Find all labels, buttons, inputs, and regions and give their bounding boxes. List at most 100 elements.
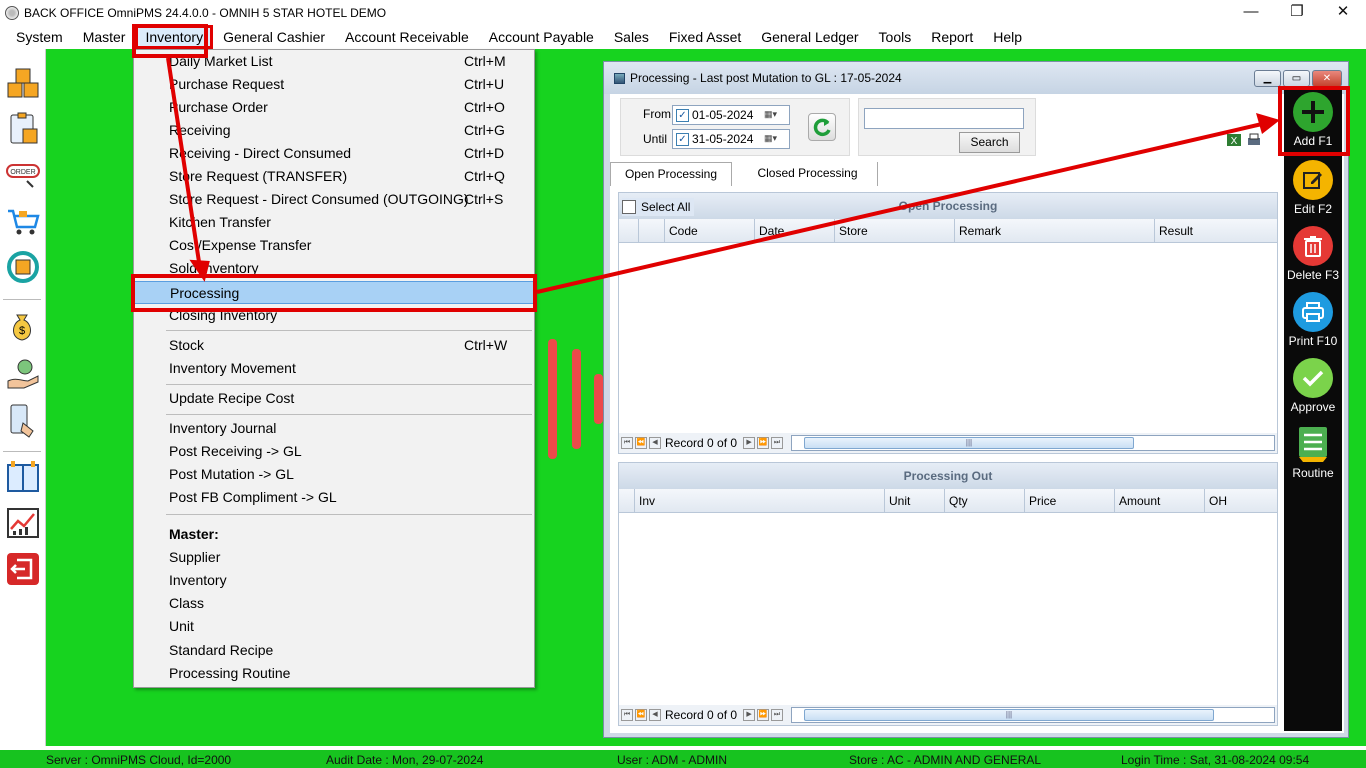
next-page-button[interactable]: ⏩ bbox=[757, 437, 770, 449]
menu-sales[interactable]: Sales bbox=[604, 25, 659, 49]
column-inv[interactable]: Inv bbox=[635, 489, 885, 513]
menu-item-post-mutation-gl[interactable]: Post Mutation -> GL bbox=[134, 463, 534, 486]
column-store[interactable]: Store bbox=[835, 219, 955, 243]
scrollbar-thumb[interactable]: ||| bbox=[804, 437, 1134, 449]
prev-page-button[interactable]: ⏪ bbox=[635, 709, 647, 721]
menu-item-purchase-order[interactable]: Purchase Order Ctrl+O bbox=[134, 96, 534, 119]
menu-account-payable[interactable]: Account Payable bbox=[479, 25, 604, 49]
calendar-dropdown-icon[interactable]: ▦▾ bbox=[764, 133, 786, 146]
clipboard-icon[interactable] bbox=[3, 109, 43, 149]
column-result[interactable]: Result bbox=[1155, 219, 1277, 243]
from-date-picker[interactable]: ✓ 01-05-2024 ▦▾ bbox=[672, 105, 790, 125]
refresh-button[interactable] bbox=[808, 113, 836, 141]
column-qty[interactable]: Qty bbox=[945, 489, 1025, 513]
tab-closed-processing[interactable]: Closed Processing bbox=[738, 162, 878, 186]
menu-report[interactable]: Report bbox=[921, 25, 983, 49]
menu-item-inventory-movement[interactable]: Inventory Movement bbox=[134, 357, 534, 380]
select-all-toggle[interactable]: Select All bbox=[622, 198, 694, 216]
menu-item-purchase-request[interactable]: Purchase Request Ctrl+U bbox=[134, 73, 534, 96]
cycle-box-icon[interactable] bbox=[3, 247, 43, 287]
first-record-button[interactable]: ⏮ bbox=[621, 437, 633, 449]
maximize-button[interactable]: ❐ bbox=[1274, 0, 1320, 25]
prev-page-button[interactable]: ⏪ bbox=[635, 437, 647, 449]
open-processing-grid: Open Processing Select All Code Date Sto… bbox=[618, 192, 1278, 454]
menu-item-standard-recipe[interactable]: Standard Recipe bbox=[134, 639, 534, 662]
menu-item-receiving-direct-consumed[interactable]: Receiving - Direct Consumed Ctrl+D bbox=[134, 142, 534, 165]
child-close-button[interactable]: ✕ bbox=[1312, 70, 1342, 87]
menu-item-post-fb-compliment-gl[interactable]: Post FB Compliment -> GL bbox=[134, 486, 534, 509]
search-input[interactable] bbox=[864, 108, 1024, 129]
close-button[interactable]: ✕ bbox=[1320, 0, 1366, 25]
column-unit[interactable]: Unit bbox=[885, 489, 945, 513]
horizontal-scrollbar[interactable]: ||| bbox=[791, 707, 1275, 723]
search-button[interactable]: Search bbox=[959, 132, 1020, 153]
menu-item-cost-expense-transfer[interactable]: Cost/Expense Transfer bbox=[134, 234, 534, 257]
menu-system[interactable]: System bbox=[6, 25, 73, 49]
menu-item-receiving[interactable]: Receiving Ctrl+G bbox=[134, 119, 534, 142]
horizontal-scrollbar[interactable]: ||| bbox=[791, 435, 1275, 451]
until-date-picker[interactable]: ✓ 31-05-2024 ▦▾ bbox=[672, 129, 790, 149]
column-code[interactable]: Code bbox=[665, 219, 755, 243]
menu-item-inventory-master[interactable]: Inventory bbox=[134, 569, 534, 592]
menu-item-processing-routine[interactable]: Processing Routine bbox=[134, 662, 534, 685]
boxes-icon[interactable] bbox=[3, 63, 43, 103]
from-date-checkbox[interactable]: ✓ bbox=[676, 108, 689, 122]
print-button[interactable]: Print F10 bbox=[1284, 290, 1342, 350]
menu-general-cashier[interactable]: General Cashier bbox=[213, 25, 335, 49]
menu-item-kitchen-transfer[interactable]: Kitchen Transfer bbox=[134, 211, 534, 234]
record-navigator: ⏮ ⏪ ◀ Record 0 of 0 ▶ ⏩ ⏭ ||| bbox=[619, 433, 1277, 453]
calendar-dropdown-icon[interactable]: ▦▾ bbox=[764, 109, 786, 122]
routine-button[interactable]: Routine bbox=[1284, 422, 1342, 482]
excel-export-icon[interactable]: X bbox=[1226, 132, 1242, 148]
chart-report-icon[interactable] bbox=[3, 503, 43, 543]
menu-item-supplier[interactable]: Supplier bbox=[134, 546, 534, 569]
last-record-button[interactable]: ⏭ bbox=[771, 709, 784, 721]
menu-item-class[interactable]: Class bbox=[134, 592, 534, 615]
menu-general-ledger[interactable]: General Ledger bbox=[751, 25, 868, 49]
menu-item-store-request-transfer[interactable]: Store Request (TRANSFER) Ctrl+Q bbox=[134, 165, 534, 188]
column-date[interactable]: Date bbox=[755, 219, 835, 243]
menu-item-label: Processing Routine bbox=[169, 665, 291, 681]
money-bag-icon[interactable]: $ bbox=[3, 305, 43, 345]
scrollbar-thumb[interactable]: ||| bbox=[804, 709, 1214, 721]
calendar-book-icon[interactable] bbox=[3, 457, 43, 497]
prev-record-button[interactable]: ◀ bbox=[649, 709, 661, 721]
mobile-touch-icon[interactable] bbox=[3, 401, 43, 441]
menu-item-update-recipe-cost[interactable]: Update Recipe Cost bbox=[134, 387, 534, 410]
column-price[interactable]: Price bbox=[1025, 489, 1115, 513]
next-page-button[interactable]: ⏩ bbox=[757, 709, 770, 721]
menu-item-unit[interactable]: Unit bbox=[134, 615, 534, 638]
menu-fixed-asset[interactable]: Fixed Asset bbox=[659, 25, 751, 49]
last-record-button[interactable]: ⏭ bbox=[771, 437, 784, 449]
order-icon[interactable]: ORDER bbox=[3, 155, 43, 195]
child-minimize-button[interactable]: ▁ bbox=[1254, 70, 1281, 87]
hand-money-icon[interactable] bbox=[3, 353, 43, 393]
child-maximize-button[interactable]: ▭ bbox=[1283, 70, 1310, 87]
menu-item-stock[interactable]: Stock Ctrl+W bbox=[134, 334, 534, 357]
menu-account-receivable[interactable]: Account Receivable bbox=[335, 25, 479, 49]
menu-help[interactable]: Help bbox=[983, 25, 1032, 49]
tab-open-processing[interactable]: Open Processing bbox=[610, 162, 732, 186]
column-amount[interactable]: Amount bbox=[1115, 489, 1205, 513]
menu-item-store-request-direct-consumed[interactable]: Store Request - Direct Consumed (OUTGOIN… bbox=[134, 188, 534, 211]
menu-tools[interactable]: Tools bbox=[869, 25, 922, 49]
approve-button[interactable]: Approve bbox=[1284, 356, 1342, 416]
prev-record-button[interactable]: ◀ bbox=[649, 437, 661, 449]
next-record-button[interactable]: ▶ bbox=[743, 437, 756, 449]
edit-button[interactable]: Edit F2 bbox=[1284, 158, 1342, 218]
cart-icon[interactable] bbox=[3, 201, 43, 241]
next-record-button[interactable]: ▶ bbox=[743, 709, 756, 721]
annotation-box-processing-item bbox=[131, 274, 537, 312]
column-oh[interactable]: OH bbox=[1205, 489, 1277, 513]
exit-icon[interactable] bbox=[3, 549, 43, 589]
delete-button[interactable]: Delete F3 bbox=[1284, 224, 1342, 284]
menu-master[interactable]: Master bbox=[73, 25, 136, 49]
menu-item-post-receiving-gl[interactable]: Post Receiving -> GL bbox=[134, 440, 534, 463]
column-remark[interactable]: Remark bbox=[955, 219, 1155, 243]
print-preview-icon[interactable] bbox=[1246, 132, 1262, 148]
until-date-checkbox[interactable]: ✓ bbox=[676, 132, 689, 146]
select-all-checkbox[interactable] bbox=[622, 200, 636, 214]
menu-item-inventory-journal[interactable]: Inventory Journal bbox=[134, 417, 534, 440]
minimize-button[interactable]: — bbox=[1228, 0, 1274, 25]
first-record-button[interactable]: ⏮ bbox=[621, 709, 633, 721]
